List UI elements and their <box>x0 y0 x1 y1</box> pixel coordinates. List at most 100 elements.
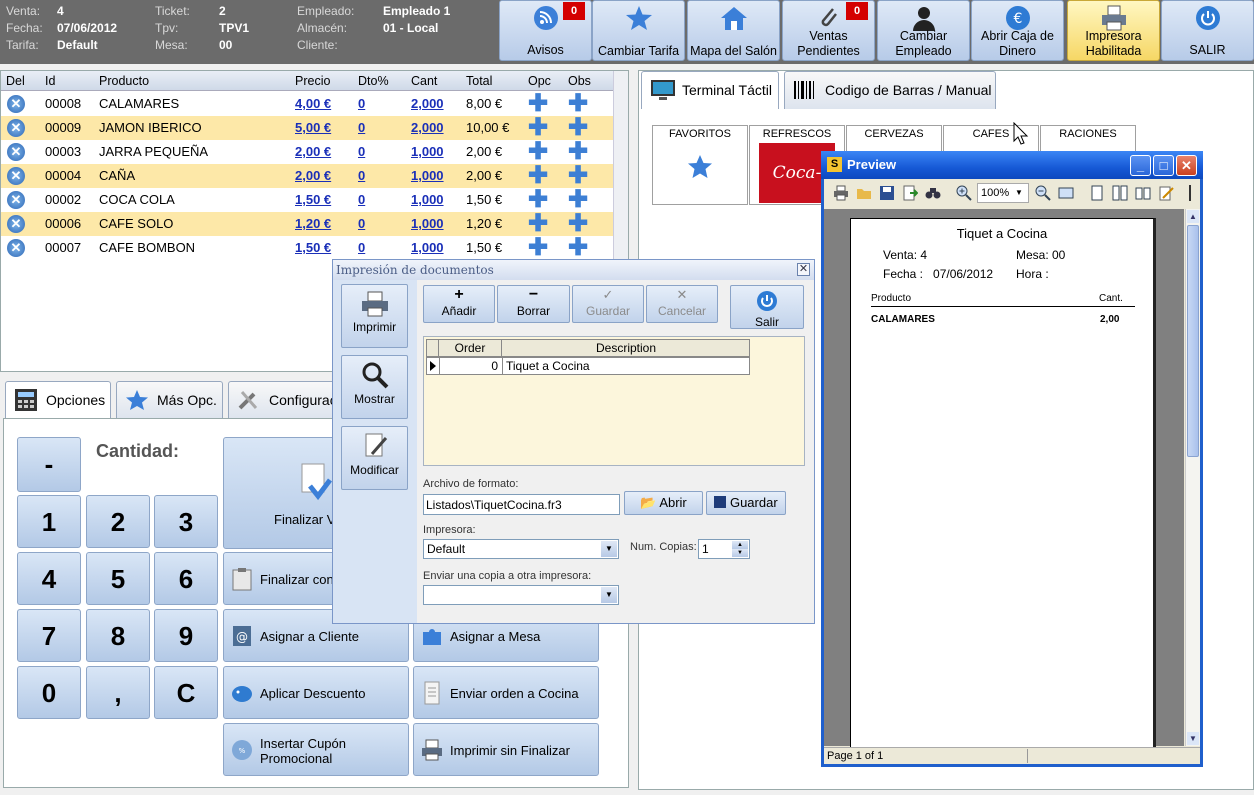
options-plus-icon[interactable]: ✚ <box>528 188 548 212</box>
notes-plus-icon[interactable]: ✚ <box>568 188 588 212</box>
notes-plus-icon[interactable]: ✚ <box>568 140 588 164</box>
numpad-key-6[interactable]: 6 <box>154 552 218 605</box>
options-plus-icon[interactable]: ✚ <box>528 164 548 188</box>
dialog-close-button[interactable]: ✕ <box>797 263 810 276</box>
chevron-down-icon[interactable]: ▼ <box>732 549 748 557</box>
options-plus-icon[interactable]: ✚ <box>528 92 548 116</box>
delete-icon[interactable]: ✕ <box>7 95 25 113</box>
abrir-button[interactable]: 📂 Abrir <box>624 491 703 515</box>
tab-mas-opc[interactable]: Más Opc. <box>116 381 223 419</box>
notes-plus-icon[interactable]: ✚ <box>568 92 588 116</box>
row-cant-link[interactable]: 1,000 <box>411 216 444 231</box>
aplicar-descuento-button[interactable]: Aplicar Descuento <box>223 666 409 719</box>
numpad-key-7[interactable]: 7 <box>17 609 81 662</box>
guardar-button[interactable]: Guardar <box>706 491 786 515</box>
avisos-button[interactable]: 0 Avisos <box>499 0 592 61</box>
numpad-key-9[interactable]: 9 <box>154 609 218 662</box>
tab-opciones[interactable]: Opciones <box>5 381 111 419</box>
row-precio-link[interactable]: 5,00 € <box>295 120 331 135</box>
delete-icon[interactable]: ✕ <box>7 191 25 209</box>
category-favoritos[interactable]: FAVORITOS <box>652 125 748 205</box>
row-dto-link[interactable]: 0 <box>358 120 365 135</box>
close-button[interactable]: ✕ <box>1176 155 1197 176</box>
numpad-key-minus[interactable]: - <box>17 437 81 492</box>
table-row[interactable]: ✕ 00004 CAÑA 2,00 € 0 1,000 2,00 € ✚ ✚ <box>1 164 613 188</box>
salir-button[interactable]: SALIR <box>1161 0 1254 61</box>
options-plus-icon[interactable]: ✚ <box>528 212 548 236</box>
multi-page-icon[interactable] <box>1112 185 1128 201</box>
notes-plus-icon[interactable]: ✚ <box>568 236 588 260</box>
borrar-button[interactable]: − Borrar <box>497 285 570 323</box>
row-precio-link[interactable]: 2,00 € <box>295 168 331 183</box>
book-icon[interactable] <box>1135 185 1151 201</box>
export-icon[interactable] <box>902 185 918 201</box>
mapa-salon-button[interactable]: Mapa del Salón <box>687 0 780 61</box>
notes-plus-icon[interactable]: ✚ <box>568 164 588 188</box>
row-precio-link[interactable]: 1,50 € <box>295 192 331 207</box>
table-row[interactable]: ✕ 00003 JARRA PEQUEÑA 2,00 € 0 1,000 2,00 € ✚ ✚ <box>1 140 613 164</box>
ventas-pendientes-button[interactable]: 0 Ventas Pendientes <box>782 0 875 61</box>
options-plus-icon[interactable]: ✚ <box>528 236 548 260</box>
print-icon[interactable] <box>833 185 849 201</box>
save-icon[interactable] <box>879 185 895 201</box>
row-cant-link[interactable]: 1,000 <box>411 144 444 159</box>
options-plus-icon[interactable]: ✚ <box>528 140 548 164</box>
abrir-caja-button[interactable]: € Abrir Caja de Dinero <box>971 0 1064 61</box>
single-page-icon[interactable] <box>1089 185 1105 201</box>
zoom-select[interactable]: 100% ▼ <box>977 183 1029 203</box>
delete-icon[interactable]: ✕ <box>7 239 25 257</box>
row-cant-link[interactable]: 2,000 <box>411 120 444 135</box>
archivo-input[interactable] <box>423 494 620 515</box>
dialog-salir-button[interactable]: Salir <box>730 285 804 329</box>
mostrar-button[interactable]: Mostrar <box>341 355 408 419</box>
copias-stepper[interactable]: 1 ▲ ▼ <box>698 539 750 559</box>
row-dto-link[interactable]: 0 <box>358 96 365 111</box>
fit-page-icon[interactable] <box>1058 185 1074 201</box>
numpad-key-5[interactable]: 5 <box>86 552 150 605</box>
row-precio-link[interactable]: 1,20 € <box>295 216 331 231</box>
row-cant-link[interactable]: 1,000 <box>411 192 444 207</box>
tab-codigo-barras[interactable]: Codigo de Barras / Manual <box>784 71 996 109</box>
tab-terminal-tactil[interactable]: Terminal Táctil <box>641 71 779 109</box>
anadir-button[interactable]: + Añadir <box>423 285 495 323</box>
format-table-row[interactable]: 0 Tiquet a Cocina <box>426 357 750 375</box>
row-dto-link[interactable]: 0 <box>358 216 365 231</box>
impresora-select[interactable]: Default ▼ <box>423 539 619 559</box>
delete-icon[interactable]: ✕ <box>7 143 25 161</box>
cancelar-button[interactable]: ✕ Cancelar <box>646 285 718 323</box>
maximize-button[interactable]: □ <box>1153 155 1174 176</box>
row-cant-link[interactable]: 2,000 <box>411 96 444 111</box>
numpad-key-clear[interactable]: C <box>154 666 218 719</box>
enviar-cocina-button[interactable]: Enviar orden a Cocina <box>413 666 599 719</box>
numpad-key-1[interactable]: 1 <box>17 495 81 548</box>
numpad-key-3[interactable]: 3 <box>154 495 218 548</box>
find-icon[interactable] <box>925 185 941 201</box>
row-cant-link[interactable]: 1,000 <box>411 168 444 183</box>
options-plus-icon[interactable]: ✚ <box>528 116 548 140</box>
tab-configuracion[interactable]: Configurac <box>228 381 338 419</box>
delete-icon[interactable]: ✕ <box>7 167 25 185</box>
cambiar-tarifa-button[interactable]: Cambiar Tarifa <box>592 0 685 61</box>
table-row[interactable]: ✕ 00007 CAFE BOMBON 1,50 € 0 1,000 1,50 € ✚ ✚ <box>1 236 613 260</box>
impresora-habilitada-button[interactable]: Impresora Habilitada <box>1067 0 1160 61</box>
otra-impresora-select[interactable]: ▼ <box>423 585 619 605</box>
row-precio-link[interactable]: 1,50 € <box>295 240 331 255</box>
numpad-key-comma[interactable]: , <box>86 666 150 719</box>
scroll-up-icon[interactable]: ▲ <box>1187 210 1199 223</box>
preview-scrollbar[interactable]: ▲ ▼ <box>1185 209 1200 746</box>
row-dto-link[interactable]: 0 <box>358 240 365 255</box>
row-cant-link[interactable]: 1,000 <box>411 240 444 255</box>
row-dto-link[interactable]: 0 <box>358 192 365 207</box>
zoom-in-icon[interactable] <box>956 185 972 201</box>
imprimir-sin-finalizar-button[interactable]: Imprimir sin Finalizar <box>413 723 599 776</box>
cambiar-empleado-button[interactable]: Cambiar Empleado <box>877 0 970 61</box>
table-row[interactable]: ✕ 00006 CAFE SOLO 1,20 € 0 1,000 1,20 € ✚ ✚ <box>1 212 613 236</box>
row-precio-link[interactable]: 2,00 € <box>295 144 331 159</box>
open-folder-icon[interactable] <box>856 185 872 201</box>
delete-icon[interactable]: ✕ <box>7 119 25 137</box>
chevron-up-icon[interactable]: ▲ <box>732 541 748 549</box>
table-row[interactable]: ✕ 00009 JAMON IBERICO 5,00 € 0 2,000 10,00 € ✚ ✚ <box>1 116 613 140</box>
modificar-button[interactable]: Modificar <box>341 426 408 490</box>
edit-icon[interactable] <box>1158 185 1174 201</box>
row-dto-link[interactable]: 0 <box>358 168 365 183</box>
